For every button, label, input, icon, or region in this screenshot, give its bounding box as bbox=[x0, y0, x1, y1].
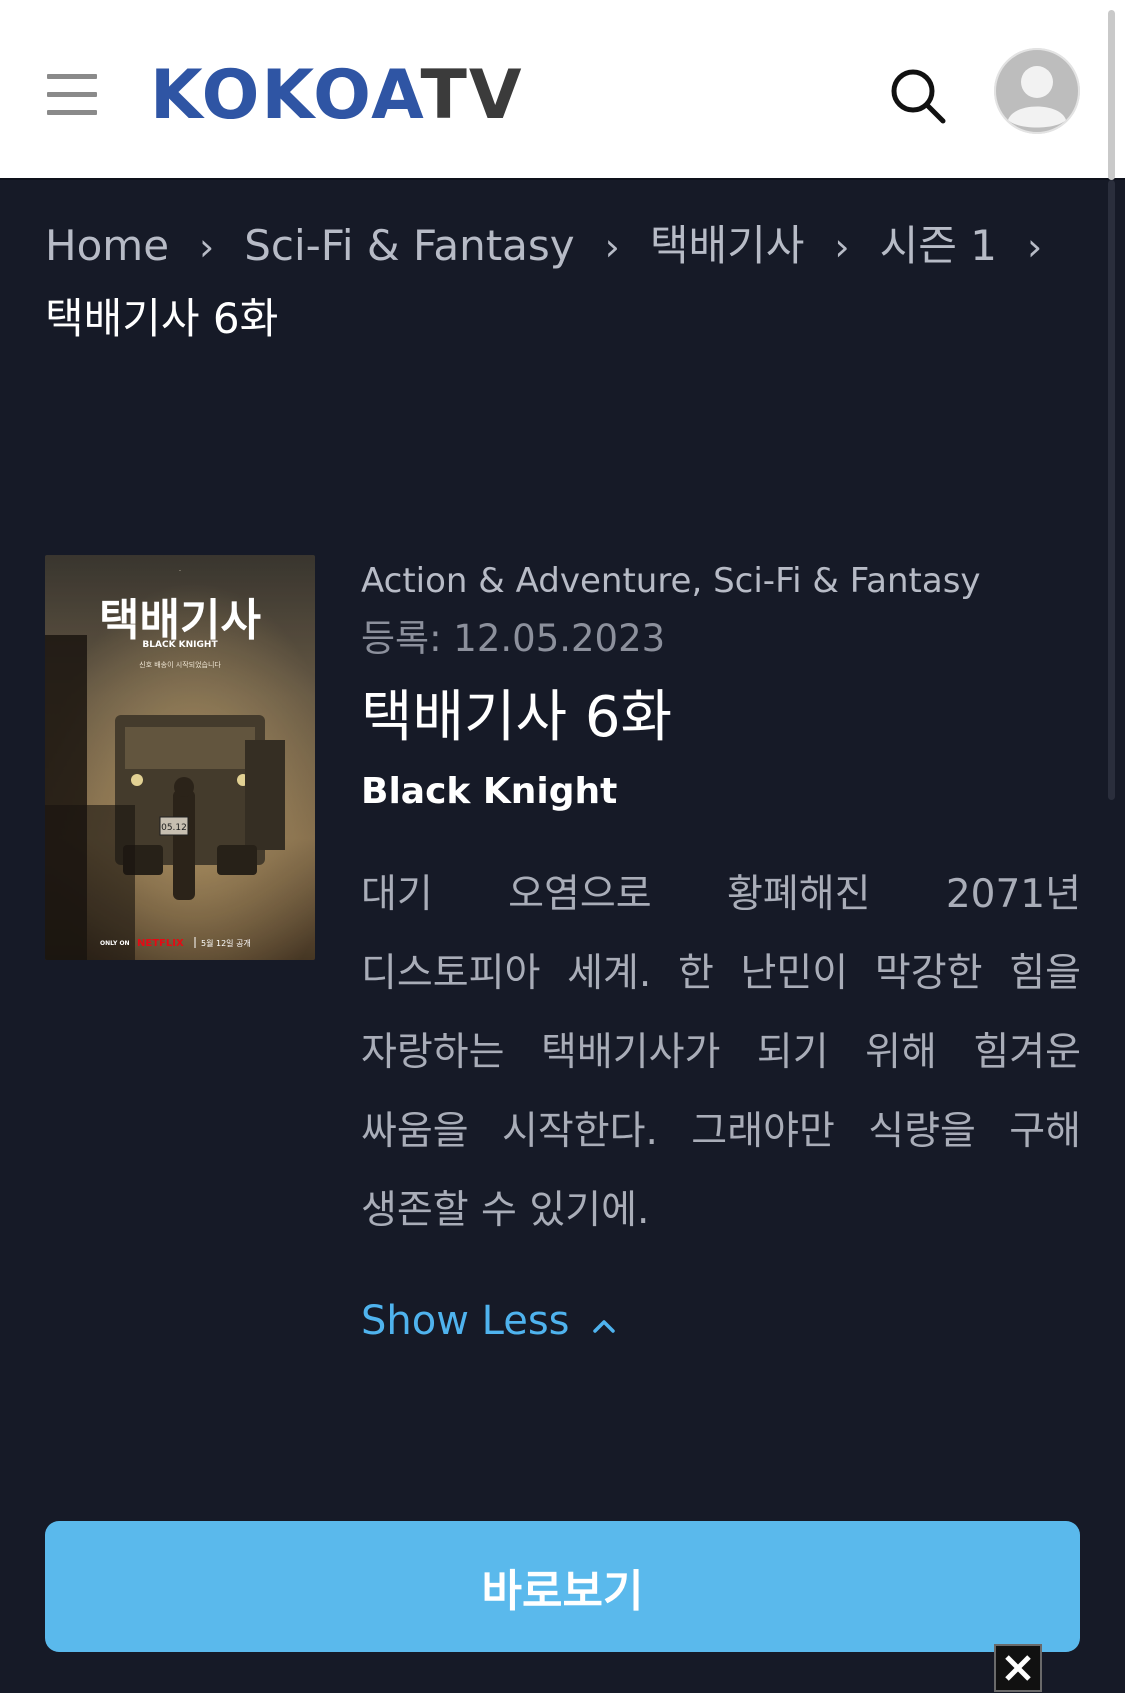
genre-list: Action & Adventure, Sci-Fi & Fantasy bbox=[361, 561, 981, 601]
svg-text:·: · bbox=[179, 567, 181, 575]
poster-release: 5월 12일 공개 bbox=[201, 938, 251, 948]
poster-netflix: NETFLIX bbox=[137, 938, 184, 949]
hamburger-menu-icon[interactable] bbox=[47, 74, 97, 116]
breadcrumb: Home › Sci-Fi & Fantasy › 택배기사 › 시즌 1 › 택배기사 6화 bbox=[45, 210, 1085, 355]
breadcrumb-home-link[interactable]: Home bbox=[45, 221, 169, 270]
search-icon[interactable] bbox=[888, 66, 948, 126]
close-icon[interactable] bbox=[994, 1644, 1042, 1692]
breadcrumb-current: 택배기사 6화 bbox=[45, 294, 279, 343]
poster-image: 05.12 · 택배기사 BLACK KNIGHT 신호 배송이 시작되었습니다… bbox=[45, 555, 315, 960]
chevron-right-icon: › bbox=[834, 225, 850, 269]
chevron-right-icon: › bbox=[604, 225, 620, 269]
breadcrumb-series-link[interactable]: 택배기사 bbox=[650, 221, 805, 270]
episode-subtitle: Black Knight bbox=[361, 771, 618, 812]
scrollbar-track bbox=[1108, 180, 1115, 800]
poster-title-ko: 택배기사 bbox=[99, 595, 261, 646]
show-less-toggle[interactable]: Show Less bbox=[361, 1298, 1081, 1344]
poster-only-on: ONLY ON bbox=[100, 940, 130, 947]
logo-text-tv: TV bbox=[420, 55, 524, 135]
chevron-right-icon: › bbox=[1026, 225, 1043, 269]
episode-description: 대기 오염으로 황폐해진 2071년 디스토피아 세계. 한 난민이 막강한 힘… bbox=[361, 872, 1081, 1233]
chevron-up-icon bbox=[592, 1298, 616, 1344]
poster-title-en: BLACK KNIGHT bbox=[142, 640, 218, 650]
watch-now-button[interactable]: 바로보기 bbox=[45, 1521, 1080, 1652]
poster-tagline: 신호 배송이 시작되었습니다 bbox=[139, 660, 221, 669]
chevron-right-icon: › bbox=[199, 225, 215, 269]
logo-text-a: A bbox=[371, 55, 421, 135]
episode-title: 택배기사 6화 bbox=[361, 685, 673, 750]
breadcrumb-season-link[interactable]: 시즌 1 bbox=[880, 221, 997, 270]
show-less-label: Show Less bbox=[361, 1298, 570, 1344]
user-avatar-icon[interactable] bbox=[994, 48, 1080, 134]
breadcrumb-genre-link[interactable]: Sci-Fi & Fantasy bbox=[244, 221, 574, 270]
release-date: 등록: 12.05.2023 bbox=[361, 617, 666, 660]
episode-details: Action & Adventure, Sci-Fi & Fantasy 등록:… bbox=[361, 555, 1081, 1344]
site-logo[interactable]: KOKOATV bbox=[150, 50, 523, 140]
top-header: KOKOATV bbox=[0, 0, 1125, 180]
logo-text-koko: KOKO bbox=[150, 55, 372, 135]
scrollbar-thumb[interactable] bbox=[1108, 10, 1115, 180]
